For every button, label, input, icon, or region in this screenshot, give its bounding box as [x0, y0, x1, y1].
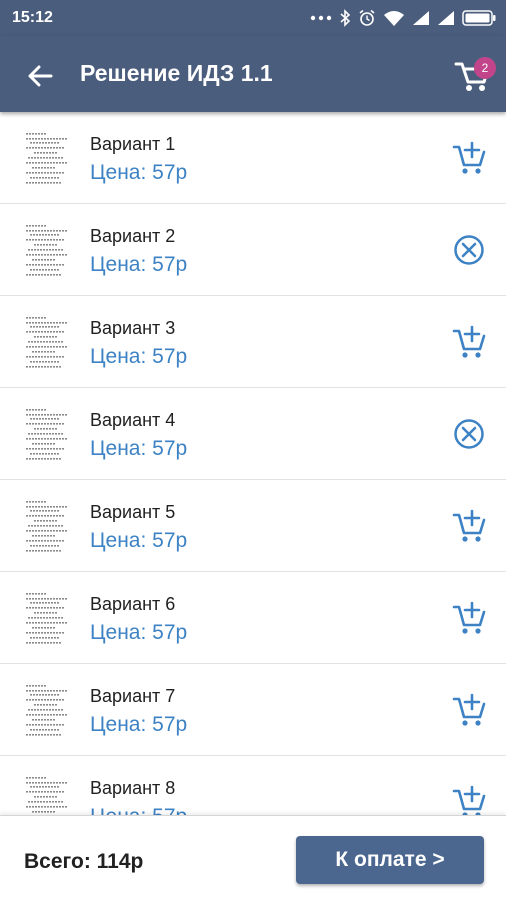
document-thumbnail-icon	[22, 588, 70, 648]
dots-icon	[310, 15, 332, 21]
variant-list: Вариант 1 Цена: 57р Вариант 2 Цена: 57р Вари…	[0, 112, 506, 815]
footer-bar: Всего: 114р К оплате >	[0, 815, 506, 901]
variant-price: Цена: 57р	[90, 161, 188, 184]
variant-row[interactable]: Вариант 3 Цена: 57р	[0, 296, 506, 388]
variant-row[interactable]: Вариант 6 Цена: 57р	[0, 572, 506, 664]
remove-from-cart-button[interactable]	[450, 231, 488, 269]
document-thumbnail-icon	[22, 128, 70, 188]
document-thumbnail-icon	[22, 220, 70, 280]
battery-icon	[462, 10, 496, 26]
status-icons	[310, 7, 496, 29]
variant-name: Вариант 5	[90, 502, 176, 522]
status-bar: 15:12	[0, 0, 506, 36]
variant-price: Цена: 57р	[90, 437, 188, 460]
pay-button[interactable]: К оплате >	[296, 836, 484, 884]
variant-name: Вариант 4	[90, 410, 176, 430]
app-bar: Решение ИДЗ 1.1	[0, 36, 506, 112]
variant-price: Цена: 57р	[90, 805, 187, 815]
variant-price: Цена: 57р	[90, 253, 188, 276]
remove-circle-icon	[454, 235, 484, 265]
variant-name: Вариант 7	[90, 686, 176, 706]
add-to-cart-button[interactable]	[450, 783, 488, 815]
add-to-cart-icon	[452, 325, 486, 358]
add-to-cart-icon	[452, 141, 486, 174]
document-thumbnail-icon	[22, 772, 70, 815]
total-label: Всего: 114р	[24, 850, 144, 873]
variant-row[interactable]: Вариант 8 Цена: 57р	[0, 756, 506, 815]
add-to-cart-button[interactable]	[450, 323, 488, 361]
add-to-cart-icon	[452, 693, 486, 726]
arrow-back-icon	[28, 65, 53, 87]
document-thumbnail-icon	[22, 496, 70, 556]
add-to-cart-icon	[452, 601, 486, 634]
cart-count-badge: 2	[474, 57, 496, 79]
document-thumbnail-icon	[22, 404, 70, 464]
add-to-cart-icon	[452, 785, 486, 815]
variant-name: Вариант 2	[90, 226, 176, 246]
remove-circle-icon	[454, 419, 484, 449]
variant-row[interactable]: Вариант 7 Цена: 57р	[0, 664, 506, 756]
page-title: Решение ИДЗ 1.1	[80, 60, 273, 86]
variant-name: Вариант 8	[90, 778, 176, 798]
alarm-icon	[359, 9, 375, 26]
status-time: 15:12	[12, 9, 53, 26]
variant-row[interactable]: Вариант 5 Цена: 57р	[0, 480, 506, 572]
remove-from-cart-button[interactable]	[450, 415, 488, 453]
variant-price: Цена: 57р	[90, 621, 188, 644]
variant-price: Цена: 57р	[90, 529, 188, 552]
back-button[interactable]	[22, 58, 58, 94]
add-to-cart-button[interactable]	[450, 507, 488, 545]
variant-price: Цена: 57р	[90, 713, 188, 736]
variant-name: Вариант 6	[90, 594, 176, 614]
variant-row[interactable]: Вариант 4 Цена: 57р	[0, 388, 506, 480]
wifi-icon	[384, 11, 404, 26]
variant-name: Вариант 1	[90, 134, 176, 154]
add-to-cart-icon	[452, 509, 486, 542]
variant-name: Вариант 3	[90, 318, 176, 338]
signal-icon	[438, 11, 454, 25]
add-to-cart-button[interactable]	[450, 599, 488, 637]
signal-icon	[413, 11, 429, 25]
document-thumbnail-icon	[22, 312, 70, 372]
variant-row[interactable]: Вариант 2 Цена: 57р	[0, 204, 506, 296]
variant-price: Цена: 57р	[90, 345, 188, 368]
bluetooth-icon	[340, 9, 351, 27]
add-to-cart-button[interactable]	[450, 691, 488, 729]
variant-row[interactable]: Вариант 1 Цена: 57р	[0, 112, 506, 204]
document-thumbnail-icon	[22, 680, 70, 740]
add-to-cart-button[interactable]	[450, 139, 488, 177]
